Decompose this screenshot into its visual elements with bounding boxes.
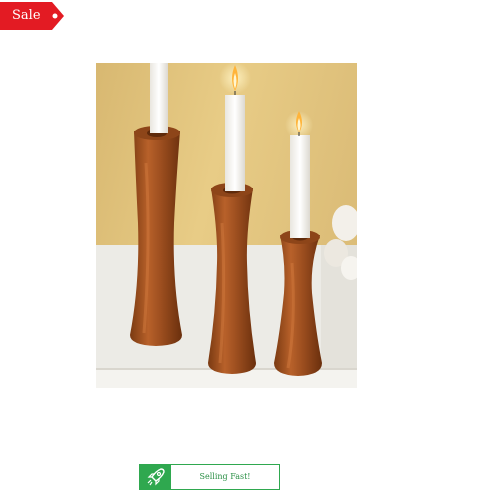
rocket-icon xyxy=(147,468,165,486)
sale-label: Sale xyxy=(12,8,41,23)
candle-holders-photo xyxy=(96,63,357,388)
selling-fast-label: Selling Fast! xyxy=(199,472,251,481)
product-image[interactable] xyxy=(96,63,357,388)
sale-badge: Sale xyxy=(0,2,64,30)
selling-fast-badge: Selling Fast! xyxy=(139,464,280,490)
rocket-icon-box xyxy=(140,465,171,489)
